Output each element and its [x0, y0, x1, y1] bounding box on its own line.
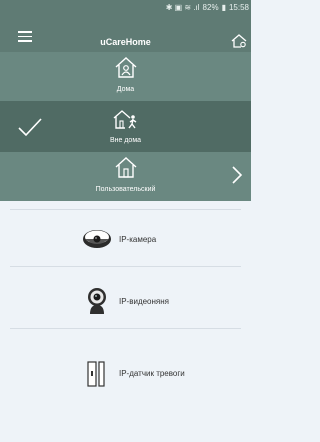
device-item-alarm-sensor[interactable]: IP-датчик тревоги	[10, 341, 241, 398]
mode-custom-label: Пользовательский	[95, 186, 156, 193]
battery-level: 82%	[202, 3, 219, 12]
device-label: IP-камера	[119, 235, 157, 244]
home-away-icon	[113, 110, 136, 129]
baby-monitor-icon	[88, 288, 106, 314]
ip-camera-icon	[83, 230, 111, 248]
status-icons: ✱ ▣ ≋ .ıl	[165, 3, 200, 12]
status-time: 15:58	[228, 3, 249, 12]
status-bar: ✱ ▣ ≋ .ıl 82% ▮ 15:58	[0, 0, 251, 15]
chevron-right-icon[interactable]	[231, 166, 243, 184]
mode-away[interactable]: Вне дома	[0, 101, 251, 152]
home-user-icon	[115, 57, 136, 78]
mode-away-label: Вне дома	[109, 137, 142, 144]
home-custom-icon	[115, 157, 136, 178]
mode-home-label: Дома	[116, 86, 135, 93]
device-item-baby-monitor[interactable]: IP-видеоняня	[10, 271, 241, 329]
mode-home[interactable]: Дома	[0, 52, 251, 101]
device-label: IP-видеоняня	[119, 297, 170, 306]
device-label: IP-датчик тревоги	[119, 369, 185, 378]
battery-icon: ▮	[221, 3, 226, 12]
app-title: uCareHome	[100, 37, 151, 47]
mode-custom[interactable]: Пользовательский	[0, 152, 251, 201]
app-header: uCareHome	[0, 15, 251, 52]
home-settings-icon[interactable]	[230, 34, 248, 48]
device-list: IP-камера IP-видеоняня IP-датчик тревоги	[0, 201, 251, 442]
check-icon	[18, 118, 42, 137]
alarm-sensor-icon	[87, 361, 105, 387]
device-item-ip-camera[interactable]: IP-камера	[10, 209, 241, 267]
